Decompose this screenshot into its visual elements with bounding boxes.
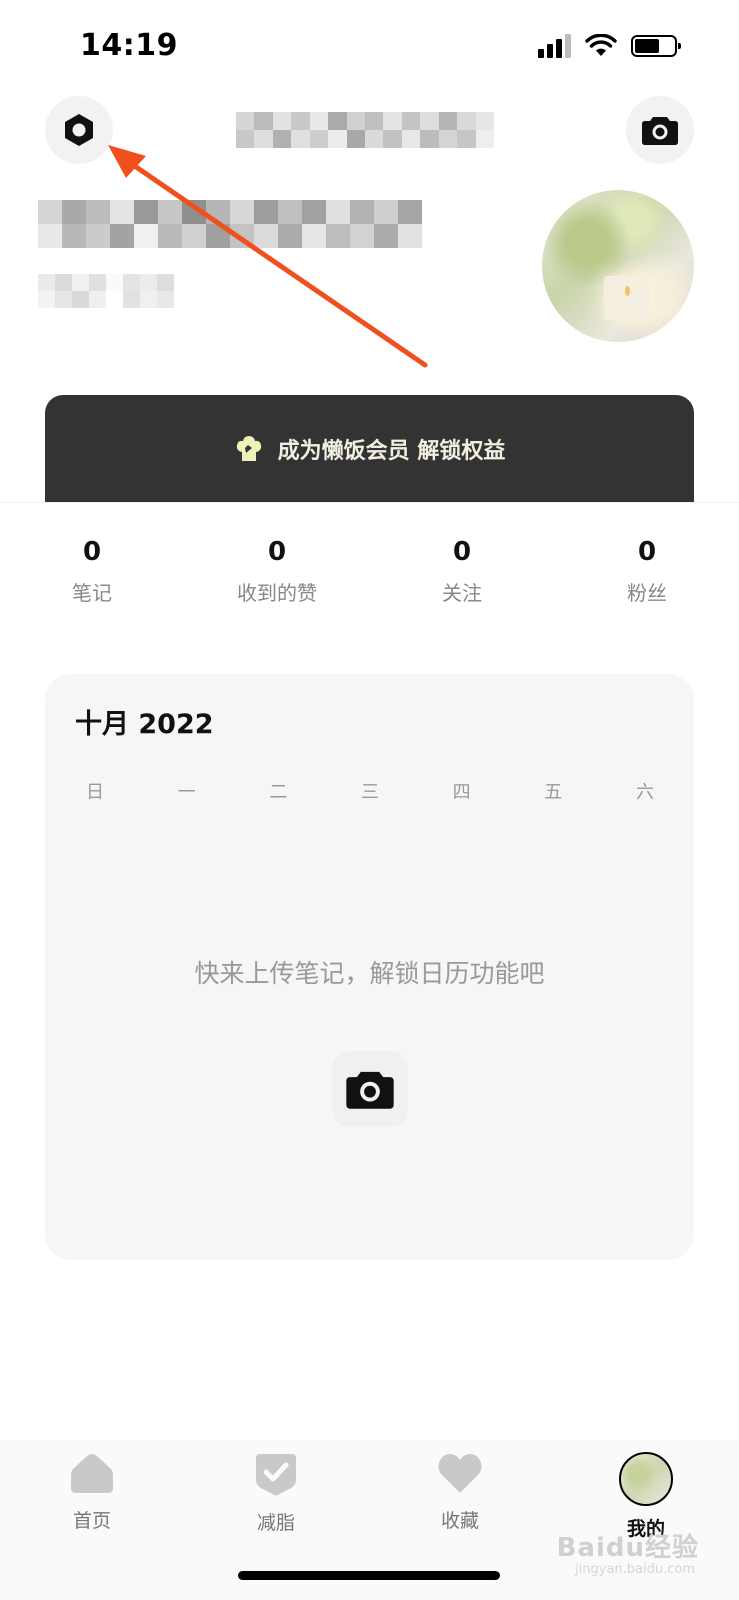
weekday-label: 二 [269,782,288,803]
stat-following[interactable]: 0 关注 [392,537,532,606]
chef-hat-icon [236,435,261,461]
stat-label: 粉丝 [627,581,667,605]
heart-icon [438,1454,482,1493]
watermark-logo: Baidu经验 [556,1533,699,1563]
stat-notes[interactable]: 0 笔记 [22,537,162,606]
tab-label: 首页 [72,1510,111,1532]
watermark-url: jingyan.baidu.com [575,1562,695,1577]
cellular-signal-icon [538,34,571,58]
username-blurred [38,200,422,248]
stat-value: 0 [637,537,657,567]
stat-label: 笔记 [72,581,112,605]
weekday-label: 五 [544,782,563,803]
user-id-blurred [38,274,174,308]
home-icon [71,1454,113,1493]
tab-home[interactable]: 首页 [32,1452,152,1533]
camera-icon [346,1071,394,1109]
camera-button[interactable] [626,96,694,164]
weekday-label: 六 [635,782,654,803]
avatar-icon [619,1452,673,1506]
vip-membership-banner[interactable]: 成为懒饭会员 解锁权益 [45,395,694,502]
stat-value: 0 [267,537,287,567]
stats-row: 0 笔记 0 收到的赞 0 关注 0 粉丝 [0,502,739,633]
settings-button[interactable] [45,96,113,164]
weekday-label: 一 [177,782,196,803]
stat-followers[interactable]: 0 粉丝 [577,537,717,606]
calendar-card: 十月 2022 日 一 二 三 四 五 六 快来上传笔记，解锁日历功能吧 [45,674,694,1260]
tab-label: 减脂 [256,1512,295,1534]
status-icons [538,34,681,58]
weekday-label: 四 [452,782,471,803]
tab-fat-loss[interactable]: 减脂 [216,1452,336,1535]
profile-page: 14:19 成为懒饭会员 解锁权益 0 笔记 0 收到的赞 0 关注 0 粉丝 … [0,0,739,1600]
stat-label: 收到的赞 [237,581,317,605]
avatar-candle-image [604,276,650,320]
calendar-empty-tip: 快来上传笔记，解锁日历功能吧 [194,959,545,988]
tab-favorites[interactable]: 收藏 [400,1452,520,1533]
profile-avatar[interactable] [542,190,694,342]
status-time: 14:19 [80,28,178,63]
calendar-weekdays: 日 一 二 三 四 五 六 [65,778,675,804]
wifi-icon [585,34,617,56]
stat-likes[interactable]: 0 收到的赞 [207,537,347,606]
camera-icon [642,117,678,145]
nickname-header-blurred [236,112,494,148]
home-indicator[interactable] [238,1571,500,1580]
stat-value: 0 [452,537,472,567]
upload-note-button[interactable] [332,1051,408,1127]
vip-banner-text: 成为懒饭会员 解锁权益 [277,438,506,464]
stat-value: 0 [82,537,102,567]
weekday-label: 三 [360,782,379,803]
stat-label: 关注 [442,581,482,605]
calendar-month-title: 十月 2022 [75,709,214,740]
weekday-label: 日 [86,782,104,803]
check-badge-icon [256,1454,296,1496]
settings-icon [65,114,93,146]
tab-label: 收藏 [440,1510,479,1532]
battery-icon [631,35,681,57]
